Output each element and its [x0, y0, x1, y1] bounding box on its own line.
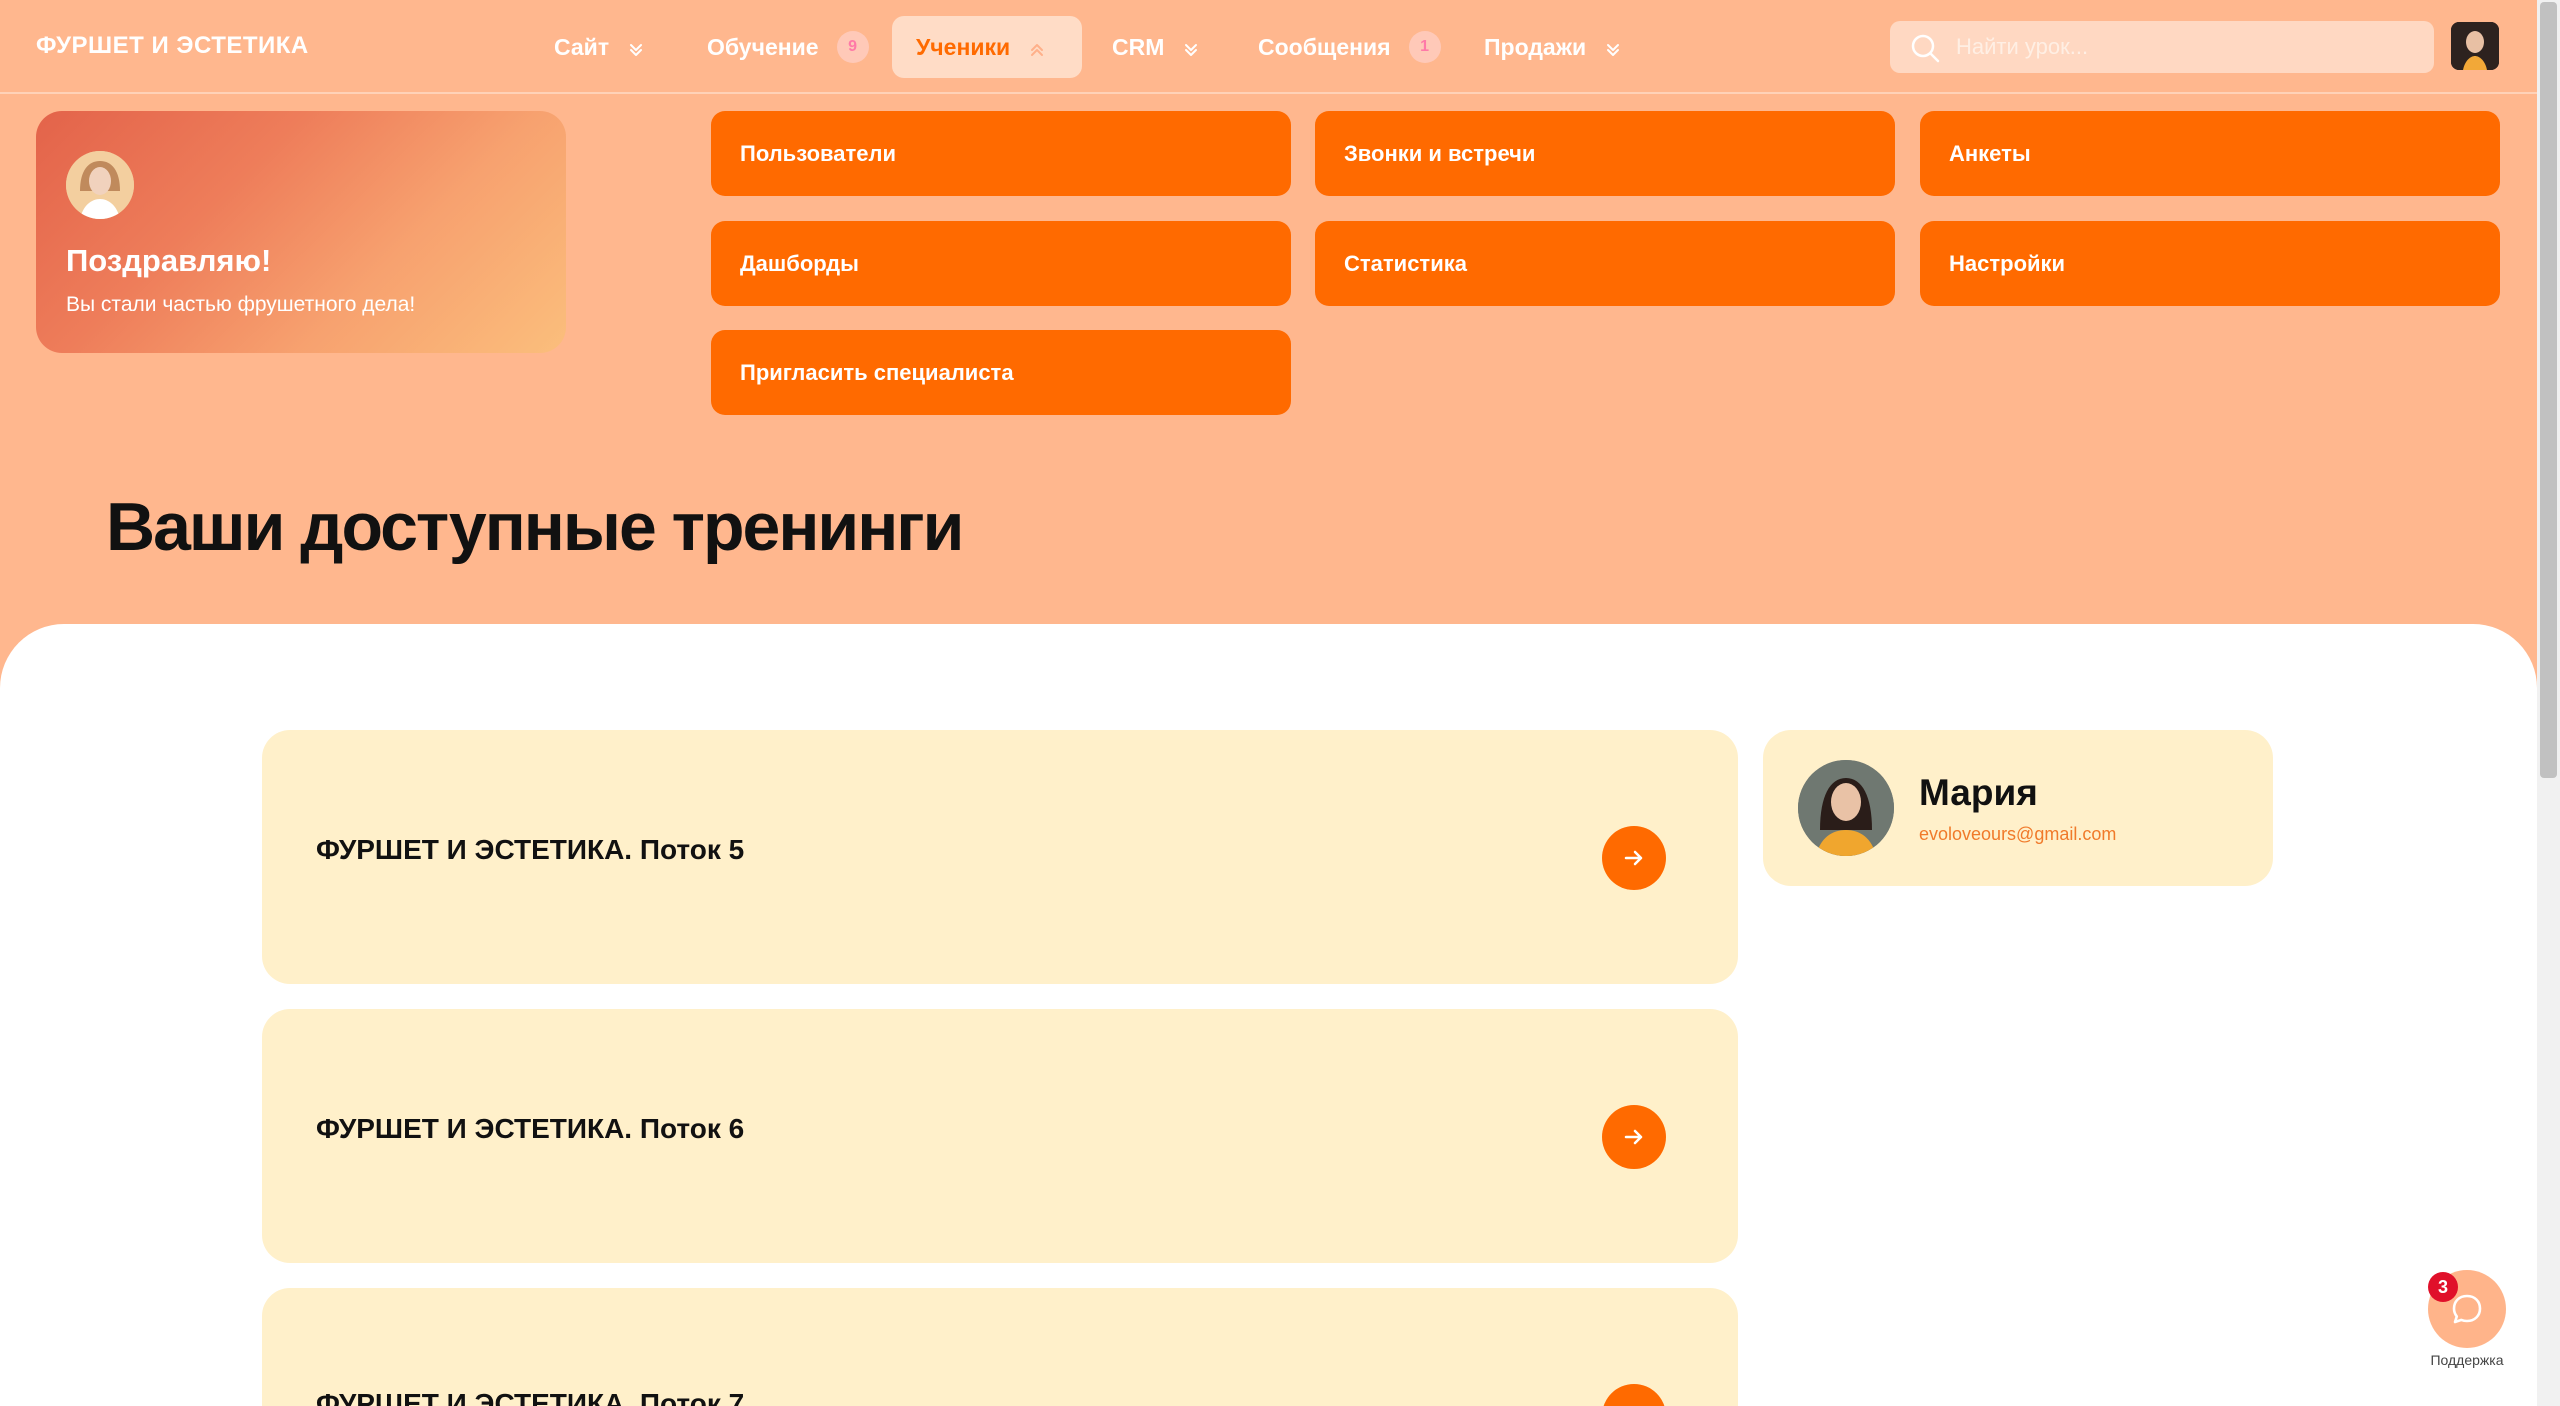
nav-messages-label: Сообщения — [1258, 33, 1391, 60]
menu-statistics[interactable]: Статистика — [1315, 221, 1895, 306]
user-avatar[interactable] — [2451, 22, 2499, 70]
nav-sales[interactable]: Продажи — [1460, 16, 1646, 78]
scrollbar-thumb[interactable] — [2540, 2, 2557, 778]
menu-dashboards[interactable]: Дашборды — [711, 221, 1291, 306]
chevron-down-icon — [627, 38, 645, 56]
nav-students[interactable]: Ученики — [892, 16, 1082, 78]
open-course-button[interactable] — [1602, 826, 1666, 890]
top-navigation: ФУРШЕТ И ЭСТЕТИКА Сайт Обучение 9 Ученик… — [0, 0, 2537, 94]
profile-name: Мария — [1919, 772, 2038, 813]
search-icon — [1911, 34, 1940, 63]
course-card[interactable]: ФУРШЕТ И ЭСТЕТИКА. Поток 7 — [262, 1288, 1738, 1406]
search-input[interactable] — [1956, 34, 2434, 60]
profile-card: Мария evoloveours@gmail.com — [1763, 730, 2273, 886]
course-title: ФУРШЕТ И ЭСТЕТИКА. Поток 6 — [316, 1113, 745, 1144]
lesson-search[interactable] — [1890, 21, 2434, 73]
open-course-button[interactable] — [1602, 1384, 1666, 1406]
open-course-button[interactable] — [1602, 1105, 1666, 1169]
congrats-card: Поздравляю! Вы стали частью фрушетного д… — [36, 111, 566, 353]
menu-settings[interactable]: Настройки — [1920, 221, 2500, 306]
profile-avatar — [1798, 760, 1894, 856]
nav-site[interactable]: Сайт — [530, 16, 669, 78]
nav-sales-label: Продажи — [1484, 33, 1587, 60]
menu-users[interactable]: Пользователи — [711, 111, 1291, 196]
menu-calls-meetings[interactable]: Звонки и встречи — [1315, 111, 1895, 196]
course-title: ФУРШЕТ И ЭСТЕТИКА. Поток 5 — [316, 834, 745, 865]
menu-forms[interactable]: Анкеты — [1920, 111, 2500, 196]
congrats-avatar — [66, 151, 134, 219]
nav-crm-label: CRM — [1112, 33, 1165, 60]
menu-invite-specialist[interactable]: Пригласить специалиста — [711, 330, 1291, 415]
nav-learning[interactable]: Обучение 9 — [683, 16, 893, 78]
chevron-down-icon — [1604, 38, 1622, 56]
arrow-right-icon — [1624, 850, 1643, 866]
course-title: ФУРШЕТ И ЭСТЕТИКА. Поток 7 — [316, 1388, 745, 1406]
course-card[interactable]: ФУРШЕТ И ЭСТЕТИКА. Поток 6 — [262, 1009, 1738, 1263]
nav-messages[interactable]: Сообщения 1 — [1234, 16, 1465, 78]
learning-count-badge: 9 — [836, 31, 869, 63]
support-label: Поддержка — [2430, 1352, 2504, 1368]
support-notification-badge: 3 — [2428, 1272, 2458, 1302]
nav-students-label: Ученики — [916, 33, 1011, 60]
page-title: Ваши доступные тренинги — [106, 489, 964, 565]
nav-site-label: Сайт — [554, 33, 610, 60]
congrats-title: Поздравляю! — [66, 243, 272, 278]
brand-logo-text[interactable]: ФУРШЕТ И ЭСТЕТИКА — [36, 32, 309, 60]
arrow-right-icon — [1624, 1129, 1643, 1145]
chevron-up-icon — [1028, 38, 1046, 56]
nav-crm[interactable]: CRM — [1088, 16, 1224, 78]
chevron-down-icon — [1182, 38, 1200, 56]
messages-count-badge: 1 — [1408, 31, 1441, 63]
profile-email: evoloveours@gmail.com — [1919, 824, 2117, 844]
nav-learning-label: Обучение — [707, 33, 819, 60]
congrats-text: Вы стали частью фрушетного дела! — [66, 293, 416, 316]
course-card[interactable]: ФУРШЕТ И ЭСТЕТИКА. Поток 5 — [262, 730, 1738, 984]
